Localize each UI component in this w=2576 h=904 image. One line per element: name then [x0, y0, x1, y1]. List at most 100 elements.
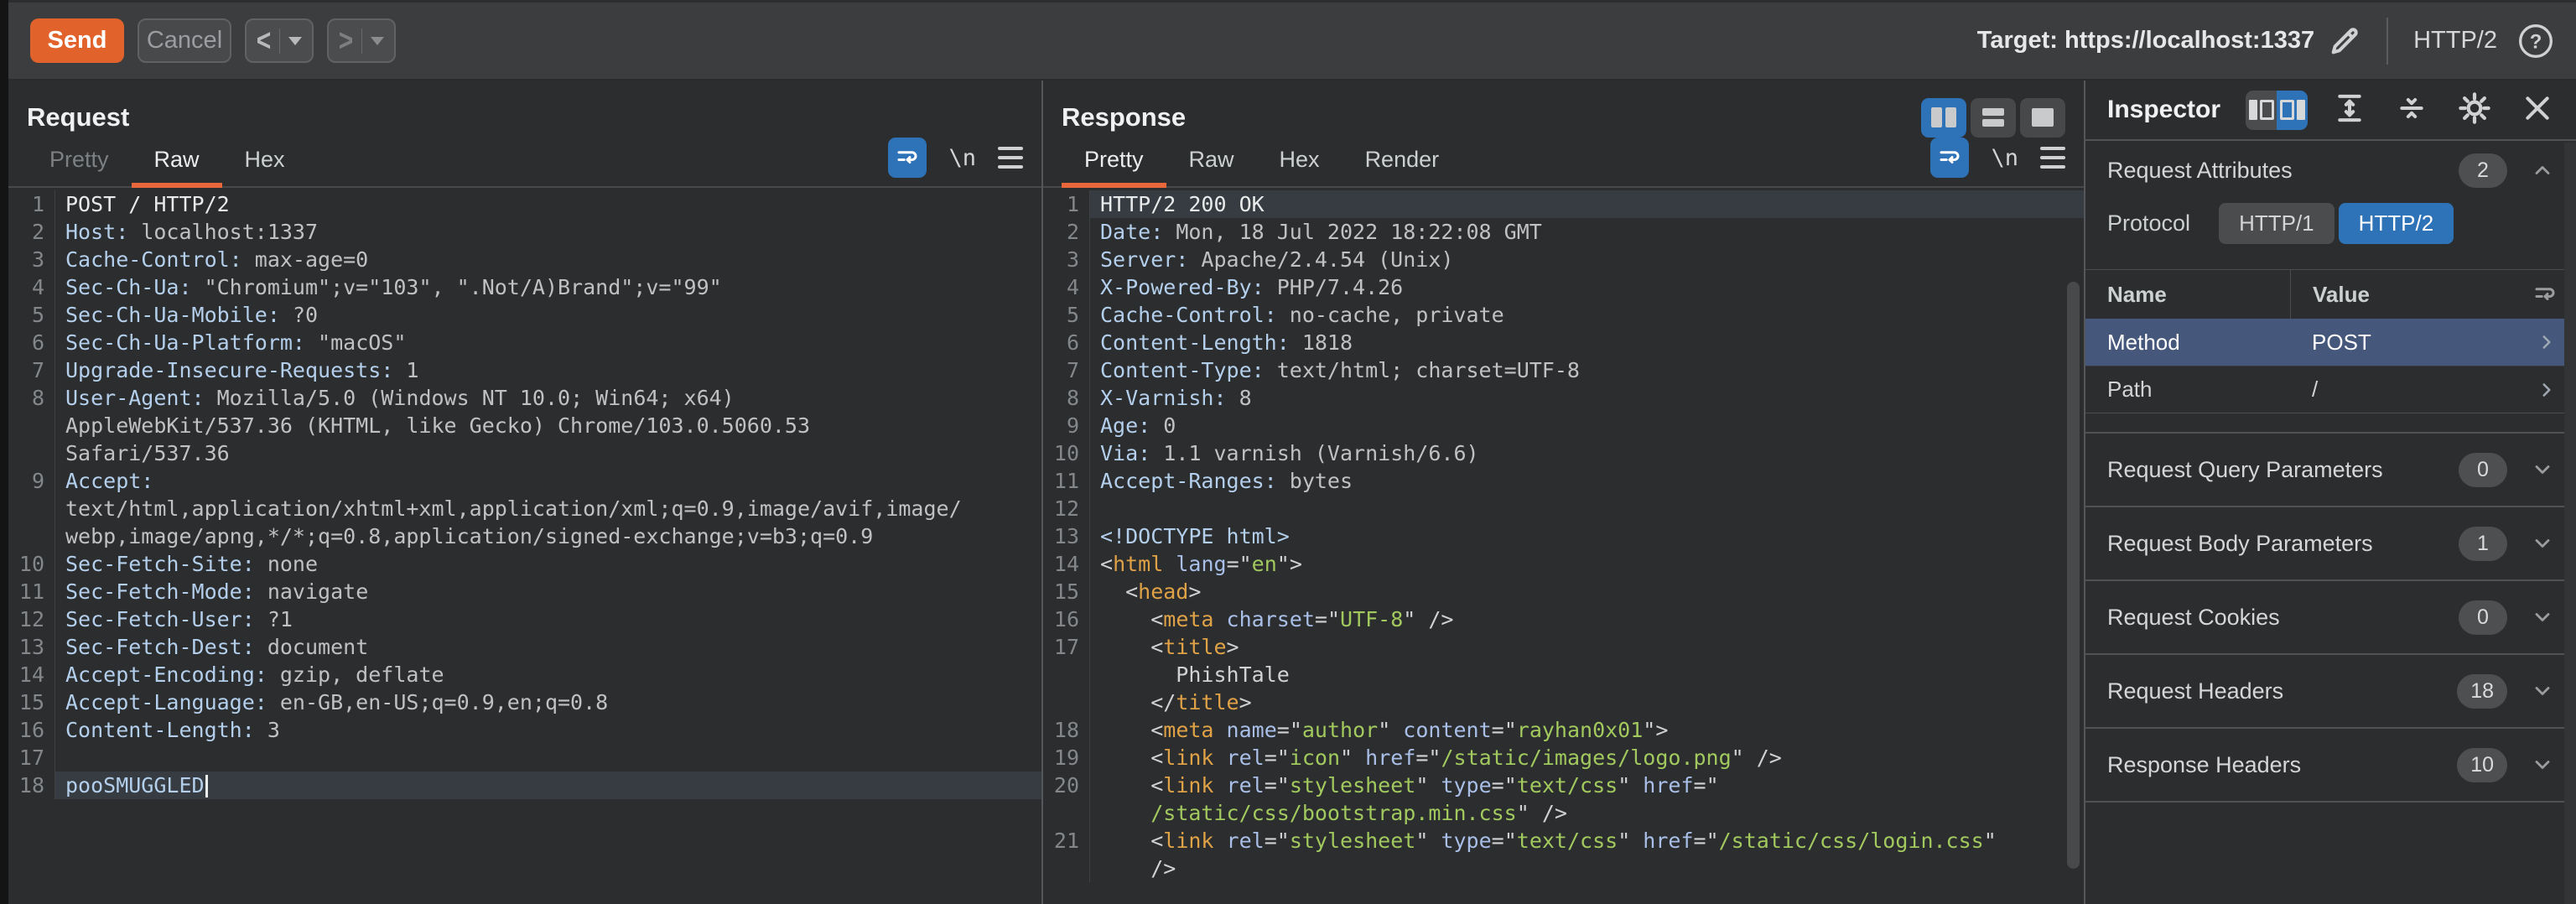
- code-line[interactable]: 18pooSMUGGLED: [8, 772, 1041, 799]
- code-line[interactable]: 15Accept-Language: en-GB,en-US;q=0.9,en;…: [8, 688, 1041, 716]
- protocol-option-http2[interactable]: HTTP/2: [2339, 203, 2454, 244]
- settings-gear-icon[interactable]: [2457, 91, 2492, 130]
- name-column-header[interactable]: Name: [2085, 270, 2290, 319]
- code-line[interactable]: /static/css/bootstrap.min.css" />: [1043, 799, 2084, 827]
- word-wrap-toggle[interactable]: [888, 138, 927, 178]
- code-line[interactable]: 16Content-Length: 3: [8, 716, 1041, 744]
- code-line[interactable]: Safari/537.36: [8, 439, 1041, 467]
- editor-menu-icon[interactable]: [2040, 147, 2065, 169]
- value-column-header[interactable]: Value: [2290, 270, 2491, 319]
- code-line[interactable]: 12Sec-Fetch-User: ?1: [8, 605, 1041, 633]
- response-editor[interactable]: 1HTTP/2 200 OK2Date: Mon, 18 Jul 2022 18…: [1043, 188, 2084, 882]
- code-line[interactable]: 17: [8, 744, 1041, 772]
- tab-hex[interactable]: Hex: [222, 137, 308, 186]
- chevron-down-icon[interactable]: [2531, 752, 2554, 777]
- tab-raw[interactable]: Raw: [132, 137, 222, 186]
- layout-columns-button[interactable]: [1921, 98, 1966, 138]
- code-line[interactable]: 20 <link rel="stylesheet" type="text/css…: [1043, 772, 2084, 799]
- code-line[interactable]: 16 <meta charset="UTF-8" />: [1043, 605, 2084, 633]
- code-line[interactable]: 6Sec-Ch-Ua-Platform: "macOS": [8, 329, 1041, 356]
- code-line[interactable]: 10Via: 1.1 varnish (Varnish/6.6): [1043, 439, 2084, 467]
- code-line[interactable]: 9Age: 0: [1043, 412, 2084, 439]
- code-line[interactable]: />: [1043, 855, 2084, 882]
- tab-pretty[interactable]: Pretty: [1062, 137, 1166, 186]
- code-line[interactable]: 14<html lang="en">: [1043, 550, 2084, 578]
- section-request-cookies[interactable]: Request Cookies0: [2085, 581, 2576, 655]
- row-chevron-icon[interactable]: [2491, 379, 2576, 401]
- code-line[interactable]: 5Cache-Control: no-cache, private: [1043, 301, 2084, 329]
- code-line[interactable]: 13<!DOCTYPE html>: [1043, 522, 2084, 550]
- code-line[interactable]: 7Upgrade-Insecure-Requests: 1: [8, 356, 1041, 384]
- code-line[interactable]: 3Server: Apache/2.4.54 (Unix): [1043, 246, 2084, 273]
- attribute-row-method[interactable]: MethodPOST: [2085, 319, 2576, 366]
- tab-raw[interactable]: Raw: [1166, 137, 1257, 186]
- code-line[interactable]: 19 <link rel="icon" href="/static/images…: [1043, 744, 2084, 772]
- attribute-row-path[interactable]: Path/: [2085, 366, 2576, 413]
- show-newlines-toggle[interactable]: \n: [948, 145, 976, 171]
- chevron-down-icon[interactable]: [2531, 531, 2554, 556]
- history-back-button[interactable]: <: [245, 18, 314, 63]
- close-inspector-icon[interactable]: [2521, 91, 2554, 129]
- code-line[interactable]: 11Accept-Ranges: bytes: [1043, 467, 2084, 495]
- table-wrap-icon[interactable]: [2491, 282, 2576, 307]
- collapse-all-icon[interactable]: [2395, 91, 2428, 129]
- row-chevron-icon[interactable]: [2491, 331, 2576, 353]
- code-line[interactable]: 11Sec-Fetch-Mode: navigate: [8, 578, 1041, 605]
- tab-hex[interactable]: Hex: [1257, 137, 1343, 186]
- section-request-query-parameters[interactable]: Request Query Parameters0: [2085, 434, 2576, 507]
- chevron-down-icon[interactable]: [2531, 605, 2554, 630]
- code-line[interactable]: 13Sec-Fetch-Dest: document: [8, 633, 1041, 661]
- dock-right-button[interactable]: [2277, 91, 2308, 130]
- code-line[interactable]: 8User-Agent: Mozilla/5.0 (Windows NT 10.…: [8, 384, 1041, 412]
- code-line[interactable]: </title>: [1043, 688, 2084, 716]
- inspector-scroll-gutter[interactable]: [2564, 143, 2576, 904]
- history-forward-button[interactable]: >: [327, 18, 396, 63]
- code-line[interactable]: 1HTTP/2 200 OK: [1043, 190, 2084, 218]
- code-line[interactable]: 3Cache-Control: max-age=0: [8, 246, 1041, 273]
- code-line[interactable]: 21 <link rel="stylesheet" type="text/css…: [1043, 827, 2084, 855]
- editor-menu-icon[interactable]: [998, 147, 1023, 169]
- code-line[interactable]: 4Sec-Ch-Ua: "Chromium";v="103", ".Not/A)…: [8, 273, 1041, 301]
- code-line[interactable]: PhishTale: [1043, 661, 2084, 688]
- code-line[interactable]: 1POST / HTTP/2: [8, 190, 1041, 218]
- chevron-down-icon[interactable]: [2531, 678, 2554, 704]
- layout-rows-button[interactable]: [1971, 98, 2016, 138]
- word-wrap-toggle[interactable]: [1930, 138, 1969, 178]
- code-line[interactable]: 6Content-Length: 1818: [1043, 329, 2084, 356]
- code-line[interactable]: 15 <head>: [1043, 578, 2084, 605]
- code-line[interactable]: 10Sec-Fetch-Site: none: [8, 550, 1041, 578]
- code-line[interactable]: 17 <title>: [1043, 633, 2084, 661]
- response-scrollbar[interactable]: [2067, 282, 2080, 869]
- code-line[interactable]: 2Host: localhost:1337: [8, 218, 1041, 246]
- back-dropdown-icon[interactable]: [288, 37, 302, 45]
- protocol-option-http1[interactable]: HTTP/1: [2219, 203, 2334, 244]
- code-line[interactable]: AppleWebKit/537.36 (KHTML, like Gecko) C…: [8, 412, 1041, 439]
- forward-dropdown-icon[interactable]: [371, 37, 384, 45]
- code-line[interactable]: 7Content-Type: text/html; charset=UTF-8: [1043, 356, 2084, 384]
- http-version-label[interactable]: HTTP/2: [2413, 27, 2497, 55]
- cancel-button[interactable]: Cancel: [138, 18, 231, 63]
- tab-pretty[interactable]: Pretty: [27, 137, 132, 186]
- code-line[interactable]: 8X-Varnish: 8: [1043, 384, 2084, 412]
- code-line[interactable]: 14Accept-Encoding: gzip, deflate: [8, 661, 1041, 688]
- code-line[interactable]: 4X-Powered-By: PHP/7.4.26: [1043, 273, 2084, 301]
- section-request-headers[interactable]: Request Headers18: [2085, 655, 2576, 729]
- request-editor[interactable]: 1POST / HTTP/22Host: localhost:13373Cach…: [8, 188, 1041, 799]
- request-attributes-section[interactable]: Request Attributes 2: [2085, 141, 2576, 200]
- section-request-body-parameters[interactable]: Request Body Parameters1: [2085, 507, 2576, 581]
- tab-render[interactable]: Render: [1343, 137, 1462, 186]
- code-line[interactable]: 2Date: Mon, 18 Jul 2022 18:22:08 GMT: [1043, 218, 2084, 246]
- dock-left-button[interactable]: [2246, 91, 2277, 130]
- chevron-up-icon[interactable]: [2531, 158, 2554, 183]
- code-line[interactable]: 9Accept:: [8, 467, 1041, 495]
- show-newlines-toggle[interactable]: \n: [1991, 145, 2018, 171]
- layout-single-button[interactable]: [2020, 98, 2065, 138]
- code-line[interactable]: 5Sec-Ch-Ua-Mobile: ?0: [8, 301, 1041, 329]
- code-line[interactable]: text/html,application/xhtml+xml,applicat…: [8, 495, 1041, 522]
- edit-target-icon[interactable]: [2328, 24, 2361, 58]
- chevron-down-icon[interactable]: [2531, 457, 2554, 482]
- code-line[interactable]: webp,image/apng,*/*;q=0.8,application/si…: [8, 522, 1041, 550]
- section-response-headers[interactable]: Response Headers10: [2085, 729, 2576, 803]
- code-line[interactable]: 12: [1043, 495, 2084, 522]
- send-button[interactable]: Send: [30, 18, 124, 63]
